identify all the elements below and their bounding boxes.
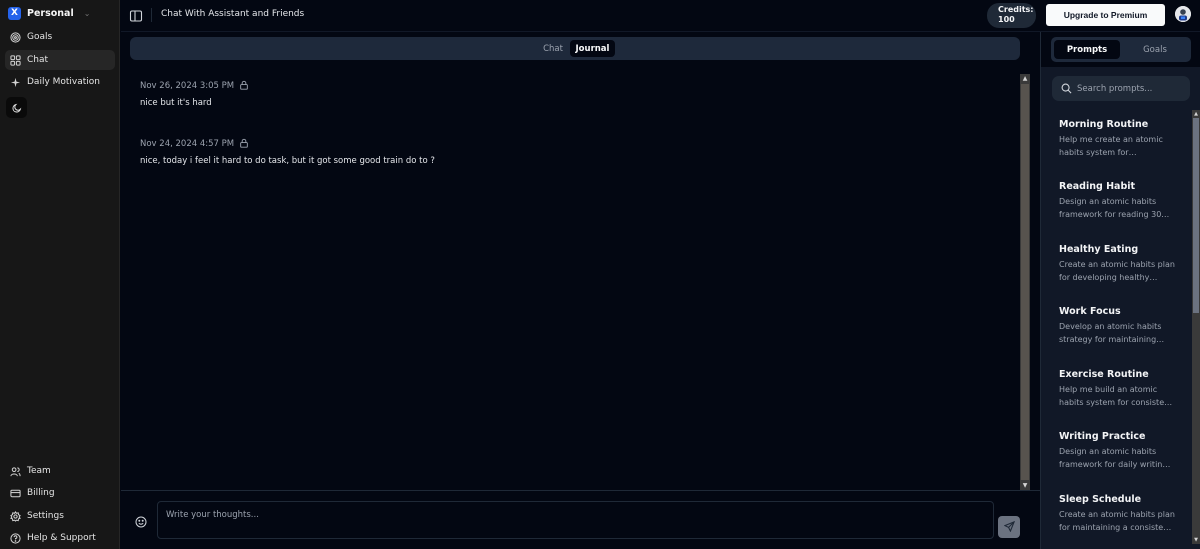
entry-text: nice but it's hard bbox=[140, 98, 212, 108]
sidebar-item-label: Billing bbox=[27, 488, 55, 498]
page-title: Chat With Assistant and Friends bbox=[161, 9, 305, 19]
prompt-search-input[interactable] bbox=[1077, 83, 1187, 94]
prompt-card[interactable]: Writing Practice Design an atomic habits… bbox=[1059, 431, 1179, 471]
upgrade-button[interactable]: Upgrade to Premium bbox=[1046, 4, 1165, 26]
header-divider bbox=[151, 8, 152, 22]
sidebar-item-label: Team bbox=[27, 466, 51, 476]
prompt-title: Morning Routine bbox=[1059, 119, 1149, 130]
sidebar-toggle-icon[interactable] bbox=[129, 8, 143, 22]
sidebar-item-team[interactable]: Team bbox=[5, 461, 115, 481]
journal-entries: Nov 26, 2024 3:05 PM nice but it's hard … bbox=[121, 74, 1021, 489]
prompt-title: Healthy Eating bbox=[1059, 244, 1139, 255]
prompt-title: Writing Practice bbox=[1059, 431, 1146, 442]
prompt-card[interactable]: Sleep Schedule Create an atomic habits p… bbox=[1059, 494, 1179, 534]
sidebar-item-label: Help & Support bbox=[27, 533, 96, 543]
send-button[interactable] bbox=[998, 516, 1020, 538]
entry-date: Nov 26, 2024 3:05 PM bbox=[140, 81, 235, 91]
prompt-list: Morning Routine Help me create an atomic… bbox=[1041, 110, 1191, 544]
users-icon bbox=[10, 466, 21, 477]
prompt-card[interactable]: Reading Habit Design an atomic habits fr… bbox=[1059, 181, 1179, 221]
chevron-down-icon: ⌄ bbox=[83, 8, 91, 18]
prompt-title: Sleep Schedule bbox=[1059, 494, 1142, 505]
send-icon bbox=[1003, 520, 1015, 535]
sidebar-item-help-support[interactable]: Help & Support bbox=[5, 528, 115, 548]
journal-scrollbar[interactable]: ▲ ▼ bbox=[1020, 74, 1030, 490]
prompt-list-scrollbar[interactable]: ▲ ▼ bbox=[1192, 110, 1200, 544]
prompt-description: Create an atomic habits plan for develop… bbox=[1059, 260, 1175, 282]
entry-date-row: Nov 26, 2024 3:05 PM bbox=[140, 80, 249, 92]
prompt-card[interactable]: Healthy Eating Create an atomic habits p… bbox=[1059, 244, 1179, 284]
sidebar-item-billing[interactable]: Billing bbox=[5, 483, 115, 503]
avatar[interactable] bbox=[1175, 6, 1191, 22]
tab-journal[interactable]: Journal bbox=[570, 40, 615, 57]
prompt-description: Help me create an atomic habits system f… bbox=[1059, 135, 1163, 157]
journal-composer[interactable] bbox=[157, 501, 994, 543]
prompt-description: Create an atomic habits plan for maintai… bbox=[1059, 510, 1175, 532]
composer-divider bbox=[121, 490, 1040, 491]
sparkles-icon bbox=[10, 77, 21, 88]
sidebar-item-chat[interactable]: Chat bbox=[5, 50, 115, 70]
lock-icon bbox=[239, 138, 249, 151]
theme-toggle-button[interactable] bbox=[6, 97, 27, 118]
prompt-description: Develop an atomic habits strategy for ma… bbox=[1059, 322, 1165, 344]
emoji-icon[interactable] bbox=[135, 513, 147, 528]
credits-label: Credits: bbox=[998, 5, 1034, 14]
entry-date-row: Nov 24, 2024 4:57 PM bbox=[140, 138, 435, 150]
credits-badge: Credits: 100 bbox=[987, 3, 1036, 28]
prompt-description: Design an atomic habits framework for re… bbox=[1059, 197, 1170, 219]
panel-tabs: Prompts Goals bbox=[1051, 37, 1191, 62]
sidebar-item-goals[interactable]: Goals bbox=[5, 27, 115, 47]
scroll-up-icon[interactable]: ▲ bbox=[1020, 74, 1030, 83]
scrollbar-thumb[interactable] bbox=[1193, 118, 1199, 313]
top-header: Chat With Assistant and Friends Credits:… bbox=[121, 0, 1200, 32]
sidebar-item-settings[interactable]: Settings bbox=[5, 506, 115, 526]
prompt-title: Exercise Routine bbox=[1059, 369, 1149, 380]
sidebar-item-label: Chat bbox=[27, 55, 49, 65]
gear-icon bbox=[10, 510, 21, 522]
prompt-description: Design an atomic habits framework for da… bbox=[1059, 447, 1171, 469]
target-icon bbox=[10, 31, 21, 43]
help-circle-icon bbox=[10, 532, 21, 544]
tab-prompts[interactable]: Prompts bbox=[1054, 40, 1120, 59]
main-content: Chat Journal Nov 26, 2024 3:05 PM nice b… bbox=[121, 32, 1040, 549]
scroll-down-icon[interactable]: ▼ bbox=[1020, 481, 1030, 490]
moon-icon bbox=[11, 98, 22, 117]
credits-value: 100 bbox=[998, 15, 1015, 24]
prompt-title: Work Focus bbox=[1059, 306, 1121, 317]
workspace-name: Personal bbox=[27, 7, 74, 19]
sidebar-item-label: Goals bbox=[27, 32, 53, 42]
prompt-card[interactable]: Work Focus Develop an atomic habits stra… bbox=[1059, 306, 1179, 346]
journal-entry: Nov 24, 2024 4:57 PM nice, today i feel … bbox=[140, 138, 435, 166]
lock-icon bbox=[239, 80, 249, 93]
scroll-down-icon[interactable]: ▼ bbox=[1192, 536, 1200, 544]
sidebar-item-label: Settings bbox=[27, 511, 64, 521]
sidebar-item-label: Daily Motivation bbox=[27, 77, 101, 87]
prompt-card[interactable]: Morning Routine Help me create an atomic… bbox=[1059, 119, 1179, 159]
prompts-panel: Prompts Goals Morning Routine Help me cr… bbox=[1040, 32, 1200, 549]
sidebar: X Personal ⌄ Goals Chat Daily Motivation bbox=[0, 0, 120, 549]
entry-date: Nov 24, 2024 4:57 PM bbox=[140, 139, 235, 149]
grid-icon bbox=[10, 54, 21, 66]
journal-input[interactable] bbox=[158, 507, 993, 543]
search-icon bbox=[1061, 79, 1072, 98]
app-root: X Personal ⌄ Goals Chat Daily Motivation bbox=[0, 0, 1200, 549]
tab-chat[interactable]: Chat bbox=[538, 40, 568, 57]
scroll-up-icon[interactable]: ▲ bbox=[1192, 110, 1200, 118]
prompt-card[interactable]: Exercise Routine Help me build an atomic… bbox=[1059, 369, 1179, 409]
prompt-description: Help me build an atomic habits system fo… bbox=[1059, 385, 1173, 407]
entry-text: nice, today i feel it hard to do task, b… bbox=[140, 156, 435, 166]
workspace-switcher[interactable]: X Personal ⌄ bbox=[8, 5, 90, 21]
workspace-logo-icon: X bbox=[8, 6, 21, 20]
journal-entry: Nov 26, 2024 3:05 PM nice but it's hard bbox=[140, 80, 249, 108]
prompt-search[interactable] bbox=[1052, 76, 1190, 101]
prompt-title: Reading Habit bbox=[1059, 181, 1136, 192]
credit-card-icon bbox=[10, 488, 21, 499]
main-tabs: Chat Journal bbox=[130, 37, 1020, 60]
scrollbar-thumb[interactable] bbox=[1021, 84, 1029, 480]
tab-goals[interactable]: Goals bbox=[1122, 40, 1188, 59]
sidebar-item-daily-motivation[interactable]: Daily Motivation bbox=[5, 72, 115, 92]
